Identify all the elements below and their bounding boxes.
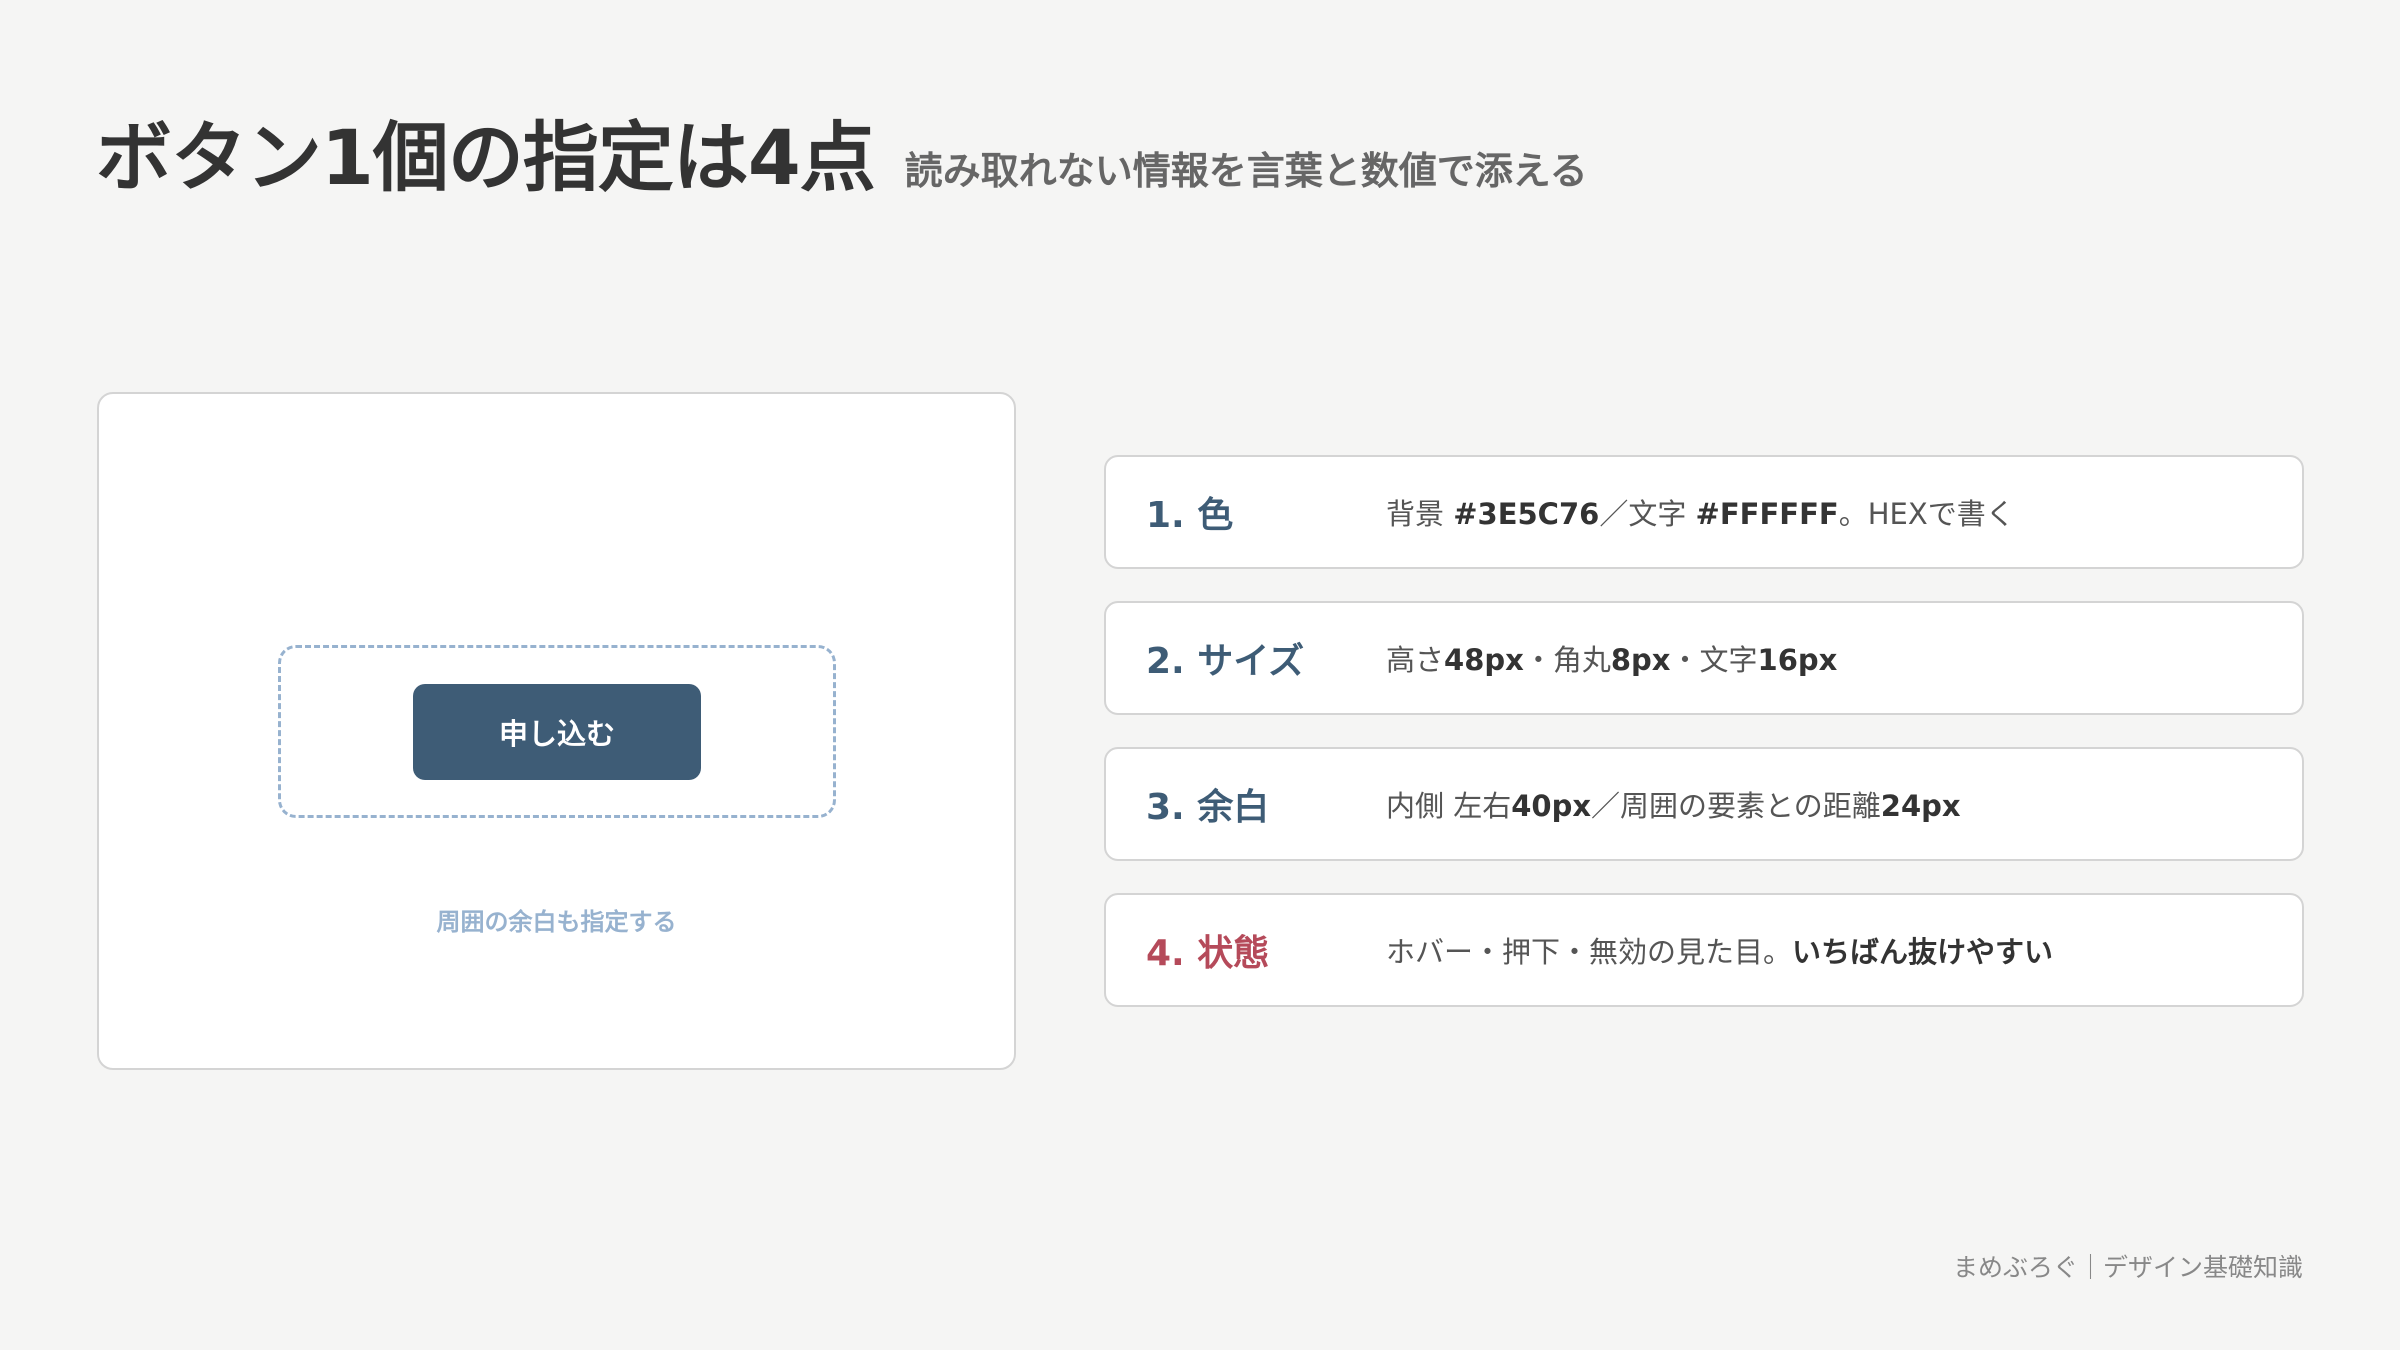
spec-point-state: 4. 状態 ホバー・押下・無効の見た目。いちばん抜けやすい	[1104, 893, 2304, 1007]
spec-point-description: ホバー・押下・無効の見た目。いちばん抜けやすい	[1386, 935, 2054, 969]
spec-point-color: 1. 色 背景 #3E5C76／文字 #FFFFFF。HEXで書く	[1104, 455, 2304, 569]
spec-point-label: 1. 色	[1146, 495, 1234, 536]
spec-point-spacing: 3. 余白 内側 左右40px／周囲の要素との距離24px	[1104, 747, 2304, 861]
button-demo-card: 申し込む 周囲の余白も指定する	[97, 392, 1016, 1070]
spec-points-list: 1. 色 背景 #3E5C76／文字 #FFFFFF。HEXで書く 2. サイズ…	[1104, 455, 2304, 1039]
spec-point-size: 2. サイズ 高さ48px・角丸8px・文字16px	[1104, 601, 2304, 715]
page-subtitle: 読み取れない情報を言葉と数値で添える	[904, 149, 1588, 193]
spec-point-description: 内側 左右40px／周囲の要素との距離24px	[1386, 789, 1961, 823]
spec-point-description: 背景 #3E5C76／文字 #FFFFFF。HEXで書く	[1386, 497, 2015, 531]
spec-point-label: 2. サイズ	[1146, 641, 1305, 682]
spec-point-label: 3. 余白	[1146, 787, 1270, 828]
spec-point-description: 高さ48px・角丸8px・文字16px	[1386, 643, 1838, 677]
footer-credit: まめぶろぐ｜デザイン基礎知識	[1952, 1253, 2303, 1282]
apply-button[interactable]: 申し込む	[413, 684, 701, 780]
spacing-caption: 周囲の余白も指定する	[436, 908, 677, 936]
slide-header: ボタン1個の指定は4点 読み取れない情報を言葉と数値で添える	[96, 96, 1588, 206]
page-title: ボタン1個の指定は4点	[96, 113, 876, 202]
spec-point-label: 4. 状態	[1146, 933, 1270, 974]
